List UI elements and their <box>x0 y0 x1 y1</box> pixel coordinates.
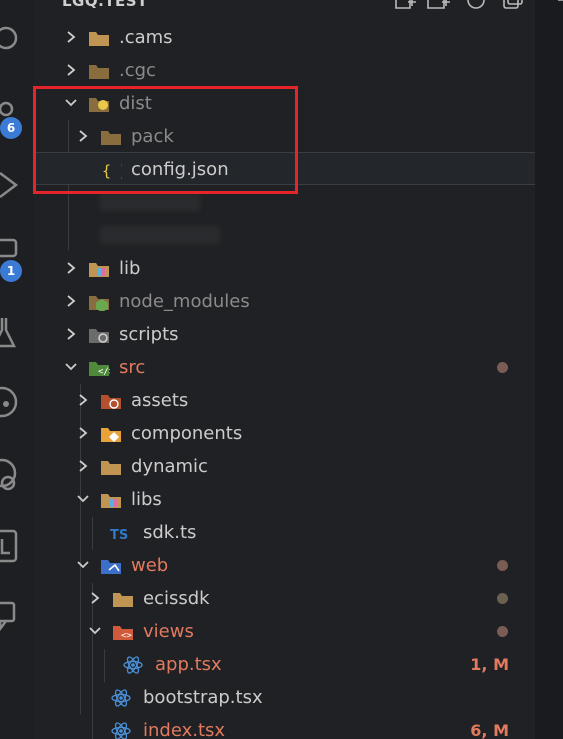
tree-item-index-tsx[interactable]: index.tsx 6, M <box>34 714 535 739</box>
tree-item-label: components <box>131 423 243 444</box>
chevron-right-icon[interactable] <box>64 30 78 44</box>
chat-icon[interactable] <box>0 595 34 635</box>
chevron-right-icon[interactable] <box>76 426 90 440</box>
search-icon[interactable] <box>0 18 34 58</box>
chevron-right-icon[interactable] <box>64 261 78 275</box>
editor-edge <box>535 0 563 739</box>
explorer-header[interactable]: LGQ.TEST <box>34 0 563 16</box>
react-file-icon <box>111 689 131 707</box>
tree-item-label: node_modules <box>119 291 250 312</box>
chevron-right-icon[interactable] <box>64 294 78 308</box>
svg-text:TS: TS <box>110 528 128 542</box>
tree-item-app-tsx[interactable]: app.tsx 1, M <box>34 648 535 681</box>
tree-item-label: lib <box>119 258 141 279</box>
tree-item-label: views <box>143 621 194 642</box>
svg-text:</>: </> <box>98 367 110 377</box>
tree-item-cgc[interactable]: .cgc <box>34 54 535 87</box>
scripts-folder-icon <box>89 329 109 343</box>
assets-folder-icon <box>101 395 121 409</box>
timeline-icon[interactable] <box>0 455 34 495</box>
folder-icon <box>101 461 121 475</box>
libs-folder-open-icon <box>101 494 121 508</box>
tree-item-label: index.tsx <box>143 720 226 739</box>
react-file-icon <box>123 656 143 674</box>
chevron-down-icon[interactable] <box>42 0 56 4</box>
web-folder-open-icon <box>101 560 121 574</box>
tree-item-label: assets <box>131 390 189 411</box>
lib-folder-icon <box>89 263 109 277</box>
modified-dot <box>497 626 508 637</box>
modified-dot <box>497 593 508 604</box>
tree-item-label: app.tsx <box>155 654 222 675</box>
views-folder-open-icon: <> <box>113 626 133 641</box>
tree-item-label: ecissdk <box>143 588 210 609</box>
remote-explorer-icon[interactable] <box>0 382 34 422</box>
tree-item-src[interactable]: </> src <box>34 351 535 384</box>
highlight-annotation <box>33 86 298 194</box>
problem-status: 1, M <box>470 655 509 674</box>
source-control-badge: 6 <box>0 117 22 139</box>
tree-item-label: scripts <box>119 324 179 345</box>
tree-item-label: src <box>119 357 146 378</box>
chevron-right-icon[interactable] <box>76 393 90 407</box>
activity-bar: 6 1 <box>0 0 34 739</box>
chevron-down-icon[interactable] <box>76 558 90 572</box>
redacted-item <box>100 193 200 211</box>
chevron-right-icon[interactable] <box>64 63 78 77</box>
tree-item-node-modules[interactable]: node_modules <box>34 285 535 318</box>
modified-dot <box>497 362 508 373</box>
folder-icon <box>89 65 109 79</box>
more-actions-icon[interactable] <box>538 0 563 12</box>
tree-item-views[interactable]: <> views <box>34 615 535 648</box>
tree-item-lib[interactable]: lib <box>34 252 535 285</box>
typescript-file-icon: TS <box>110 528 128 542</box>
folder-icon <box>89 32 109 46</box>
react-file-icon <box>111 722 131 739</box>
folder-icon <box>113 593 133 607</box>
tree-item-label: libs <box>131 489 162 510</box>
tree-item-label: web <box>131 555 169 576</box>
src-folder-open-icon: </> <box>89 362 110 377</box>
chevron-right-icon[interactable] <box>76 459 90 473</box>
tree-item-libs[interactable]: libs <box>34 483 535 516</box>
tree-item-dynamic[interactable]: dynamic <box>34 450 535 483</box>
collapse-all-icon[interactable] <box>500 0 526 12</box>
chevron-down-icon[interactable] <box>76 492 90 506</box>
tree-item-label: sdk.ts <box>143 522 197 543</box>
chevron-right-icon[interactable] <box>88 591 102 605</box>
new-file-icon[interactable] <box>392 0 418 12</box>
tree-item-components[interactable]: components <box>34 417 535 450</box>
redacted-item <box>100 226 220 244</box>
tree-item-assets[interactable]: assets <box>34 384 535 417</box>
components-folder-icon <box>101 428 121 442</box>
tree-item-label: .cgc <box>119 60 156 81</box>
tree-item-ecissdk[interactable]: ecissdk <box>34 582 535 615</box>
tree-item-label: dynamic <box>131 456 208 477</box>
tree-item-scripts[interactable]: scripts <box>34 318 535 351</box>
testing-icon[interactable] <box>0 312 34 352</box>
workspace-title: LGQ.TEST <box>62 0 148 10</box>
modified-dot <box>497 560 508 571</box>
svg-text:<>: <> <box>121 631 132 641</box>
chevron-down-icon[interactable] <box>88 624 102 638</box>
liveshare-icon[interactable] <box>0 525 34 565</box>
tree-item-cams[interactable]: .cams <box>34 21 535 54</box>
run-debug-icon[interactable] <box>0 165 34 205</box>
chevron-down-icon[interactable] <box>64 360 78 374</box>
tree-item-web[interactable]: web <box>34 549 535 582</box>
tree-item-label: bootstrap.tsx <box>143 687 263 708</box>
tree-item-bootstrap-tsx[interactable]: bootstrap.tsx <box>34 681 535 714</box>
chevron-right-icon[interactable] <box>64 327 78 341</box>
problem-status: 6, M <box>470 721 509 739</box>
tree-item-label: .cams <box>119 27 173 48</box>
refresh-icon[interactable] <box>464 0 490 12</box>
new-folder-icon[interactable] <box>426 0 452 12</box>
tree-item-sdk-ts[interactable]: TS sdk.ts <box>34 516 535 549</box>
extensions-badge: 1 <box>0 260 22 282</box>
node-folder-icon <box>89 296 109 311</box>
